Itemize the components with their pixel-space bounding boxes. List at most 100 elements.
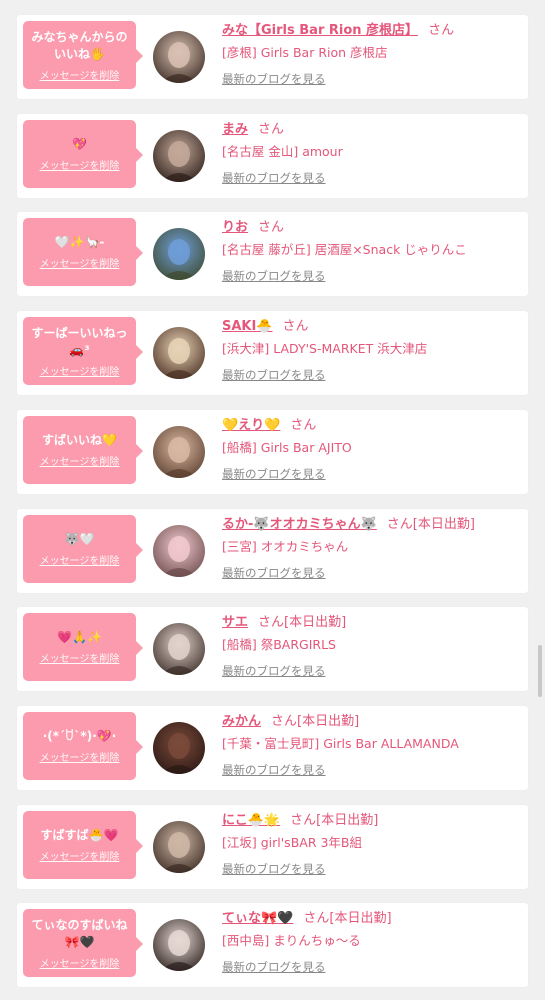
message-text: 🤍✨🦙-: [54, 235, 105, 250]
user-name-link[interactable]: てぃな🎀🖤: [222, 911, 293, 926]
avatar[interactable]: [153, 31, 205, 83]
view-latest-blog-link[interactable]: 最新のブログを見る: [222, 762, 326, 778]
honorific: さん: [258, 615, 285, 631]
delete-message-link[interactable]: メッセージを削除: [40, 157, 120, 172]
honorific: さん: [290, 417, 317, 433]
name-row: にこ🐣🌟 さん[本日出勤]: [222, 812, 522, 830]
view-latest-blog-link[interactable]: 最新のブログを見る: [222, 466, 326, 482]
name-row: SAKI🐣 さん: [222, 318, 522, 336]
name-row: 💛えり💛 さん: [222, 417, 522, 435]
user-info: サエ さん[本日出勤] [船橋] 祭BARGIRLS 最新のブログを見る: [222, 614, 522, 679]
working-today-badge: [本日出勤]: [329, 911, 392, 927]
user-info: みな【Girls Bar Rion 彦根店】 さん [彦根] Girls Bar R…: [222, 22, 522, 87]
shop-name: [三宮] オオカミちゃん: [222, 538, 349, 554]
list-item: ·(*´ꇴ`*)·💖· メッセージを削除 みかん さん[本日出勤] [千葉・富士見町] …: [17, 705, 528, 790]
message-bubble: 💗🙏✨ メッセージを削除: [23, 613, 143, 682]
message-bubble: 💖 メッセージを削除: [23, 119, 143, 188]
honorific: さん: [258, 121, 285, 137]
message-bubble: すーぱーいいねっ🚗³ メッセージを削除: [23, 317, 143, 386]
message-bubble: てぃなのすばいね🎀🖤 メッセージを削除: [23, 909, 143, 978]
avatar[interactable]: [153, 623, 205, 676]
shop-name: [江坂] girl'sBAR 3年B組: [222, 834, 363, 850]
delete-message-link[interactable]: メッセージを削除: [40, 848, 120, 863]
avatar[interactable]: [153, 721, 205, 774]
delete-message-link[interactable]: メッセージを削除: [40, 552, 120, 567]
name-row: みかん さん[本日出勤]: [222, 713, 522, 731]
honorific: さん: [258, 220, 285, 236]
avatar[interactable]: [153, 524, 205, 577]
user-info: りお さん [名古屋 藤が丘] 居酒屋×Snack じゃりんこ 最新のブログを見る: [222, 219, 522, 284]
user-name-link[interactable]: にこ🐣🌟: [222, 813, 280, 828]
message-text: 💖: [72, 136, 87, 151]
shop-name: [名古屋 金山] amour: [222, 143, 343, 159]
message-bubble: すばいいね💛 メッセージを削除: [23, 415, 143, 484]
list-item: すばすば🐣💗 メッセージを削除 にこ🐣🌟 さん[本日出勤] [江坂] girl'sBAR…: [17, 804, 528, 889]
list-item: 🤍✨🦙- メッセージを削除 りお さん [名古屋 藤が丘] 居酒屋×Snack じゃりん…: [17, 212, 528, 297]
message-text: みなちゃんからのいいね🖐: [31, 29, 128, 61]
name-row: サエ さん[本日出勤]: [222, 614, 522, 632]
delete-message-link[interactable]: メッセージを削除: [40, 749, 120, 764]
user-name-link[interactable]: るか-🐺オオカミちゃん🐺: [222, 517, 377, 532]
view-latest-blog-link[interactable]: 最新のブログを見る: [222, 663, 326, 679]
user-info: みかん さん[本日出勤] [千葉・富士見町] Girls Bar ALLAMANDA…: [222, 713, 522, 778]
user-info: るか-🐺オオカミちゃん🐺 さん[本日出勤] [三宮] オオカミちゃん 最新のブログを見…: [222, 516, 522, 581]
message-text: すーぱーいいねっ🚗³: [31, 325, 128, 357]
user-name-link[interactable]: 💛えり💛: [222, 418, 280, 433]
user-name-link[interactable]: サエ: [222, 615, 248, 630]
avatar[interactable]: [153, 129, 205, 182]
delete-message-link[interactable]: メッセージを削除: [40, 650, 120, 665]
working-today-badge: [本日出勤]: [284, 615, 347, 631]
list-item: すばいいね💛 メッセージを削除 💛えり💛 さん [船橋] Girls Bar AJITO…: [17, 409, 528, 494]
message-text: 🐺🤍: [64, 531, 95, 546]
view-latest-blog-link[interactable]: 最新のブログを見る: [222, 71, 326, 87]
list-item: 💗🙏✨ メッセージを削除 サエ さん[本日出勤] [船橋] 祭BARGIRLS 最新のブロ…: [17, 607, 528, 692]
view-latest-blog-link[interactable]: 最新のブログを見る: [222, 959, 326, 975]
list-item: 💖 メッセージを削除 まみ さん [名古屋 金山] amour 最新のブログを見る: [17, 113, 528, 198]
user-info: まみ さん [名古屋 金山] amour 最新のブログを見る: [222, 121, 522, 186]
user-name-link[interactable]: りお: [222, 220, 248, 235]
delete-message-link[interactable]: メッセージを削除: [40, 453, 120, 468]
view-latest-blog-link[interactable]: 最新のブログを見る: [222, 170, 326, 186]
delete-message-link[interactable]: メッセージを削除: [40, 255, 120, 270]
view-latest-blog-link[interactable]: 最新のブログを見る: [222, 861, 326, 877]
shop-name: [船橋] Girls Bar AJITO: [222, 439, 352, 455]
shop-name: [千葉・富士見町] Girls Bar ALLAMANDA: [222, 735, 459, 751]
message-text: 💗🙏✨: [57, 630, 102, 645]
name-row: てぃな🎀🖤 さん[本日出勤]: [222, 910, 522, 928]
user-info: てぃな🎀🖤 さん[本日出勤] [西中島] まりんちゅ〜る 最新のブログを見る: [222, 910, 522, 975]
user-name-link[interactable]: みかん: [222, 714, 261, 729]
avatar[interactable]: [153, 327, 205, 380]
avatar[interactable]: [153, 919, 205, 972]
working-today-badge: [本日出勤]: [316, 812, 379, 828]
avatar[interactable]: [153, 228, 205, 281]
working-today-badge: [本日出勤]: [412, 516, 475, 532]
list-item: 🐺🤍 メッセージを削除 るか-🐺オオカミちゃん🐺 さん[本日出勤] [三宮] オオカミち…: [17, 508, 528, 593]
scrollbar[interactable]: [538, 645, 542, 697]
name-row: まみ さん: [222, 121, 522, 139]
avatar[interactable]: [153, 425, 205, 478]
honorific: さん: [282, 319, 309, 335]
message-text: すばいいね💛: [42, 432, 117, 447]
working-today-badge: [本日出勤]: [297, 713, 360, 729]
name-row: りお さん: [222, 219, 522, 237]
user-name-link[interactable]: みな【Girls Bar Rion 彦根店】: [222, 23, 418, 38]
delete-message-link[interactable]: メッセージを削除: [40, 67, 120, 82]
name-row: るか-🐺オオカミちゃん🐺 さん[本日出勤]: [222, 516, 522, 534]
view-latest-blog-link[interactable]: 最新のブログを見る: [222, 268, 326, 284]
name-row: みな【Girls Bar Rion 彦根店】 さん: [222, 22, 522, 40]
delete-message-link[interactable]: メッセージを削除: [40, 363, 120, 378]
view-latest-blog-link[interactable]: 最新のブログを見る: [222, 367, 326, 383]
view-latest-blog-link[interactable]: 最新のブログを見る: [222, 565, 326, 581]
delete-message-link[interactable]: メッセージを削除: [40, 955, 120, 970]
avatar[interactable]: [153, 820, 205, 873]
message-text: すばすば🐣💗: [40, 827, 119, 842]
user-info: にこ🐣🌟 さん[本日出勤] [江坂] girl'sBAR 3年B組 最新のブログを見る: [222, 812, 522, 877]
list-item: みなちゃんからのいいね🖐 メッセージを削除 みな【Girls Bar Rion 彦根…: [17, 15, 528, 99]
user-name-link[interactable]: まみ: [222, 122, 248, 137]
message-bubble: すばすば🐣💗 メッセージを削除: [23, 810, 143, 879]
shop-name: [浜大津] LADY'S-MARKET 浜大津店: [222, 341, 428, 357]
message-bubble: 🤍✨🦙- メッセージを削除: [23, 218, 143, 287]
message-bubble: ·(*´ꇴ`*)·💖· メッセージを削除: [23, 711, 143, 780]
user-name-link[interactable]: SAKI🐣: [222, 319, 273, 334]
list-item: てぃなのすばいね🎀🖤 メッセージを削除 てぃな🎀🖤 さん[本日出勤] [西中島] まりん…: [17, 903, 528, 988]
